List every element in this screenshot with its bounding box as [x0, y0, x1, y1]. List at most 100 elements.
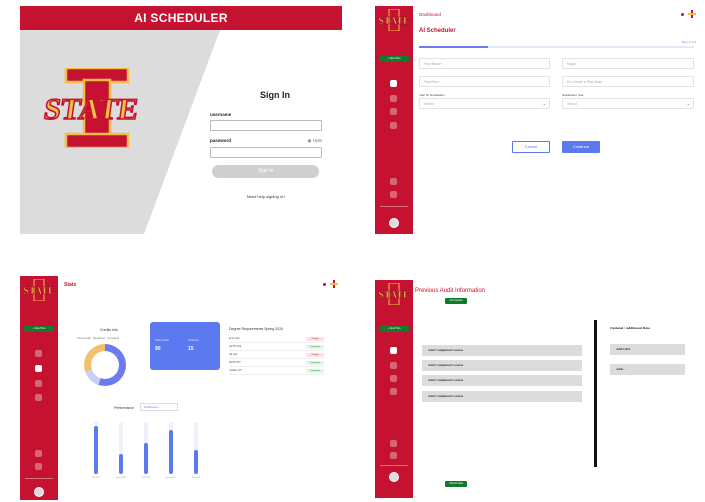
performance-label: Performance — [114, 406, 135, 410]
avatar[interactable] — [34, 487, 44, 497]
audit-screen: STATE + New Plan Previous Audit Informat… — [375, 280, 700, 498]
add-course-button[interactable]: Add Completed Course — [422, 391, 582, 402]
dashboard-icon[interactable] — [390, 80, 397, 87]
continue-button[interactable]: Continue — [562, 141, 600, 153]
breadcrumb[interactable]: Dashboard — [419, 12, 441, 17]
dashboard-icon[interactable] — [35, 350, 42, 357]
plan-date-input[interactable]: Do Create a Plan Date — [562, 76, 694, 87]
help-icon[interactable] — [35, 450, 42, 457]
sem-label: Year Of Graduation — [419, 93, 445, 97]
iowa-state-mini-logo — [688, 10, 696, 18]
degree-row: ARTIS 209 Completed — [229, 345, 325, 351]
credits-title: Credits Info — [100, 328, 118, 332]
credits-donut — [84, 344, 126, 386]
chevron-down-icon: ⌄ — [542, 101, 546, 106]
signin-button[interactable]: Sign In — [212, 165, 319, 178]
iowa-state-logo: STATE — [378, 9, 410, 31]
major-input[interactable]: Major — [562, 58, 694, 69]
new-plan-button[interactable]: + New Plan — [379, 56, 409, 62]
stats-icon[interactable] — [35, 365, 42, 372]
add-more-button[interactable]: Add... — [610, 364, 685, 375]
performance-bar — [94, 426, 98, 474]
sem-select[interactable]: Select ⌄ — [419, 98, 550, 109]
password-input[interactable] — [210, 147, 322, 158]
document-icon[interactable] — [390, 375, 397, 382]
document-icon[interactable] — [35, 380, 42, 387]
help-icon[interactable] — [390, 440, 397, 447]
add-gpa-button[interactable]: Add GPA — [610, 344, 685, 355]
performance-bar-label: Fall 2022 — [141, 477, 151, 479]
degree-row: SE 422 Pending — [229, 353, 325, 359]
performance-select[interactable]: Performance ⌄ — [140, 403, 178, 411]
performance-bar-track — [94, 422, 98, 474]
chevron-down-icon: ⌄ — [686, 101, 690, 106]
calendar-icon[interactable] — [390, 95, 397, 102]
degree-row: Econ 202 Pending — [229, 337, 325, 343]
performance-bar — [119, 454, 123, 474]
submit-data-button[interactable]: Submit Data — [445, 481, 467, 487]
grad-select[interactable]: Select ⌄ — [562, 98, 694, 109]
document-icon[interactable] — [390, 108, 397, 115]
legend-item: Total Credits — [77, 337, 91, 340]
settings-icon[interactable] — [390, 388, 397, 395]
signin-heading: Sign In — [260, 90, 290, 100]
degree-row: GHIEU 107 Completed — [229, 369, 325, 375]
sidebar: STATE + New Plan — [375, 280, 413, 498]
logout-icon[interactable] — [390, 452, 397, 459]
course-name: SE 422 — [229, 353, 238, 356]
legend-item: Remaining — [93, 337, 105, 340]
svg-text:STATE: STATE — [378, 16, 410, 27]
progress-bar — [419, 46, 694, 48]
new-plan-button[interactable]: + New Plan — [24, 326, 54, 332]
help-icon[interactable] — [390, 178, 397, 185]
course-name: Econ 202 — [229, 337, 240, 340]
performance-bar — [169, 429, 173, 474]
logout-icon[interactable] — [390, 191, 397, 198]
sidebar-divider — [380, 465, 408, 466]
year-input[interactable]: Year/Sem — [419, 76, 550, 87]
username-input[interactable] — [210, 120, 322, 131]
semester-value: 15 — [188, 346, 194, 352]
help-link[interactable]: Need help signing in? — [210, 194, 322, 199]
signin-form: Sign In username password ◉ Hide Sign In… — [210, 90, 340, 199]
course-name: GHIEU 107 — [229, 369, 242, 372]
dashboard-icon[interactable] — [390, 347, 397, 354]
avatar[interactable] — [389, 472, 399, 482]
performance-bar-label: Spring 2022 — [115, 477, 127, 479]
cancel-button[interactable]: Cancel — [512, 141, 550, 153]
performance-bar-track — [169, 422, 173, 474]
performance-bar-track — [144, 422, 148, 474]
performance-bar-track — [194, 422, 198, 474]
performance-bar-track — [119, 422, 123, 474]
page-title: Stats — [64, 282, 77, 288]
scheduler-screen: STATE + New Plan Dashboard AI Scheduler … — [375, 6, 700, 234]
sidebar-divider — [380, 206, 408, 207]
add-course-button[interactable]: Add Completed Course — [422, 345, 582, 356]
degree-title: Degree Requirements Spring 2024 — [229, 327, 284, 331]
status-badge: Completed — [306, 369, 324, 373]
settings-icon[interactable] — [390, 122, 397, 129]
iowa-state-mini-logo — [330, 280, 338, 288]
hide-password-toggle[interactable]: ◉ Hide — [308, 138, 322, 144]
iowa-state-logo: STATE — [378, 283, 410, 305]
sidebar: STATE + New Plan — [375, 6, 413, 234]
username-label: username — [210, 112, 232, 117]
iowa-state-logo: STATE — [41, 68, 141, 148]
performance-bar-label: Spring 2023 — [165, 477, 177, 479]
calendar-icon[interactable] — [390, 362, 397, 369]
svg-text:STATE: STATE — [42, 92, 141, 126]
logout-icon[interactable] — [35, 463, 42, 470]
notification-icon[interactable] — [323, 283, 326, 286]
avatar[interactable] — [389, 218, 399, 228]
performance-bar — [144, 442, 148, 474]
credits-summary-card: Total Credits 90 Semester 15 — [150, 322, 220, 370]
performance-bar — [194, 450, 198, 474]
total-credits-value: 90 — [155, 346, 161, 352]
first-name-input[interactable]: First Name — [419, 58, 550, 69]
file-upload-button[interactable]: File Upload — [445, 298, 467, 304]
notification-icon[interactable] — [681, 13, 684, 16]
add-course-button[interactable]: Add Completed Course — [422, 375, 582, 386]
add-course-button[interactable]: Add Completed Course — [422, 360, 582, 371]
settings-icon[interactable] — [35, 394, 42, 401]
new-plan-button[interactable]: + New Plan — [379, 326, 409, 332]
